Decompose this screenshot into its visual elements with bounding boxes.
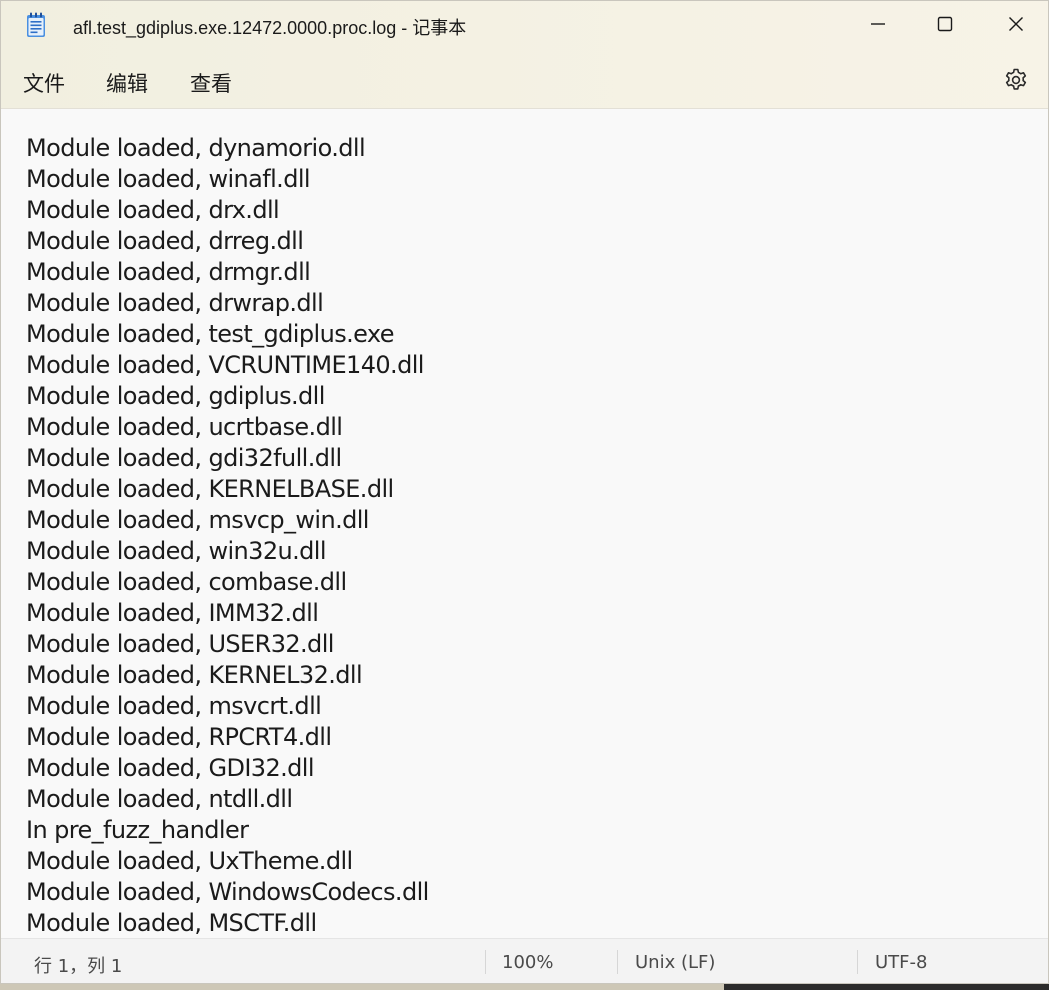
text-line: Module loaded, winafl.dll bbox=[26, 165, 311, 193]
text-line: Module loaded, msvcrt.dll bbox=[26, 692, 322, 720]
text-line: Module loaded, ucrtbase.dll bbox=[26, 413, 343, 441]
background-window-edge bbox=[724, 984, 1049, 990]
close-button[interactable] bbox=[981, 1, 1048, 47]
text-line: Module loaded, drmgr.dll bbox=[26, 258, 311, 286]
cursor-position: 行 1，列 1 bbox=[34, 956, 123, 977]
text-line: Module loaded, win32u.dll bbox=[26, 537, 327, 565]
maximize-icon bbox=[937, 16, 953, 32]
text-line: In pre_fuzz_handler bbox=[26, 816, 249, 844]
text-line: Module loaded, WindowsCodecs.dll bbox=[26, 878, 429, 906]
zoom-level: 100% bbox=[502, 952, 554, 973]
encoding: UTF-8 bbox=[875, 952, 928, 973]
minimize-button[interactable] bbox=[843, 1, 913, 47]
text-line: Module loaded, VCRUNTIME140.dll bbox=[26, 351, 424, 379]
maximize-button[interactable] bbox=[910, 1, 980, 47]
menu-bar: 文件 编辑 查看 bbox=[1, 56, 1048, 104]
text-line: Module loaded, combase.dll bbox=[26, 568, 347, 596]
text-line: Module loaded, msvcp_win.dll bbox=[26, 506, 369, 534]
text-line: Module loaded, USER32.dll bbox=[26, 630, 334, 658]
text-line: Module loaded, UxTheme.dll bbox=[26, 847, 353, 875]
text-line: Module loaded, IMM32.dll bbox=[26, 599, 319, 627]
text-line: Module loaded, RPCRT4.dll bbox=[26, 723, 332, 751]
status-divider bbox=[857, 950, 858, 974]
gear-icon[interactable] bbox=[1003, 67, 1029, 93]
window-title: afl.test_gdiplus.exe.12472.0000.proc.log… bbox=[73, 18, 467, 38]
text-line: Module loaded, MSCTF.dll bbox=[26, 909, 317, 937]
text-line: Module loaded, gdi32full.dll bbox=[26, 444, 342, 472]
menu-view[interactable]: 查看 bbox=[186, 66, 236, 100]
text-line: Module loaded, gdiplus.dll bbox=[26, 382, 325, 410]
text-line: Module loaded, ntdll.dll bbox=[26, 785, 293, 813]
minimize-icon bbox=[871, 23, 885, 25]
status-divider bbox=[485, 950, 486, 974]
status-divider bbox=[617, 950, 618, 974]
text-line: Module loaded, drx.dll bbox=[26, 196, 280, 224]
text-line: Module loaded, drreg.dll bbox=[26, 227, 304, 255]
text-line: Module loaded, drwrap.dll bbox=[26, 289, 324, 317]
close-icon bbox=[1009, 17, 1023, 31]
editor-lines: Module loaded, dynamorio.dll Module load… bbox=[26, 133, 429, 938]
text-line: Module loaded, test_gdiplus.exe bbox=[26, 320, 395, 348]
text-line: Module loaded, KERNELBASE.dll bbox=[26, 475, 394, 503]
window-chrome: afl.test_gdiplus.exe.12472.0000.proc.log… bbox=[1, 1, 1048, 109]
menu-edit[interactable]: 编辑 bbox=[102, 66, 152, 100]
text-editor[interactable]: Module loaded, dynamorio.dll Module load… bbox=[1, 109, 1048, 938]
title-bar[interactable]: afl.test_gdiplus.exe.12472.0000.proc.log… bbox=[1, 1, 1048, 49]
text-line: Module loaded, KERNEL32.dll bbox=[26, 661, 363, 689]
text-line: Module loaded, GDI32.dll bbox=[26, 754, 315, 782]
notepad-window: afl.test_gdiplus.exe.12472.0000.proc.log… bbox=[0, 0, 1049, 984]
line-ending: Unix (LF) bbox=[635, 952, 716, 973]
menu-file[interactable]: 文件 bbox=[19, 66, 69, 100]
status-bar: 行 1，列 1 100% Unix (LF) UTF-8 bbox=[1, 938, 1048, 983]
text-line: Module loaded, dynamorio.dll bbox=[26, 134, 366, 162]
notepad-icon bbox=[27, 12, 45, 37]
